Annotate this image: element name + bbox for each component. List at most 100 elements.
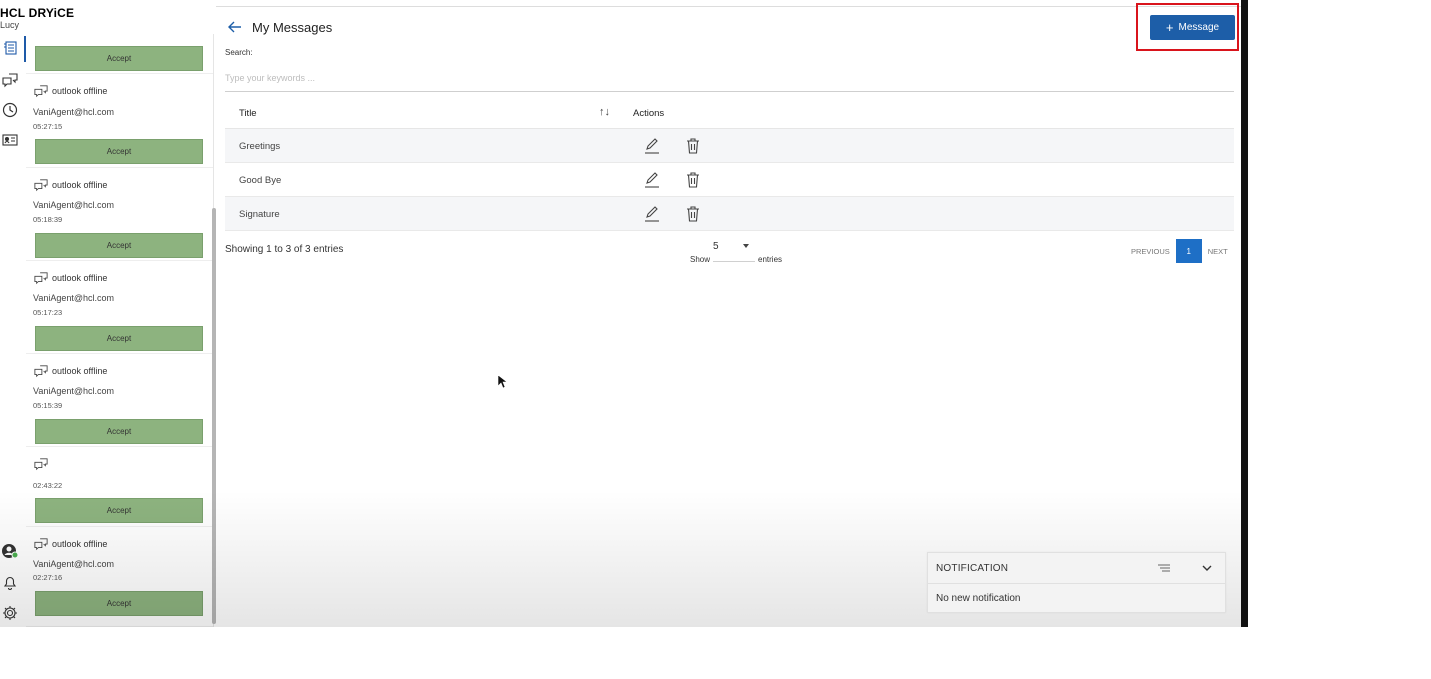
chevron-down-icon[interactable] (1200, 561, 1214, 575)
transcript-icon[interactable] (1, 39, 19, 57)
channel-label: outlook offline (52, 86, 108, 96)
list-item: Accept (26, 34, 213, 74)
trash-icon[interactable] (685, 138, 701, 154)
user-name: Lucy (0, 20, 20, 30)
page-title: My Messages (252, 20, 333, 35)
show-label: Show (690, 255, 711, 264)
page-size-control: Show 5 entries (690, 240, 782, 264)
previous-page-button[interactable]: PREVIOUS (1131, 247, 1170, 256)
window-edge (1241, 0, 1248, 627)
notification-body: No new notification (936, 593, 1021, 604)
column-title: Title (239, 108, 257, 119)
chat-icon (34, 458, 48, 471)
chat-time: 05:18:39 (33, 215, 63, 224)
notification-title: NOTIFICATION (936, 563, 1009, 574)
chat-time: 05:17:23 (33, 308, 63, 317)
agent-email: VaniAgent@hcl.com (33, 107, 115, 117)
chat-time: 05:15:39 (33, 401, 63, 410)
history-icon[interactable] (1, 101, 19, 119)
agent-email: VaniAgent@hcl.com (33, 200, 115, 210)
channel-label: outlook offline (52, 539, 108, 549)
chat-icon (34, 365, 48, 378)
chat-icon (34, 85, 48, 98)
table-header: Title ↑↓ Actions (225, 97, 1234, 129)
add-message-button[interactable]: + Message (1150, 15, 1235, 40)
contact-card-icon[interactable] (1, 131, 19, 149)
brand: HCL DRYiCE Lucy (0, 7, 120, 31)
chat-icon (34, 538, 48, 551)
edit-icon[interactable] (643, 206, 661, 222)
chat-icon[interactable] (1, 71, 19, 89)
chat-header: outlook offline (34, 178, 107, 192)
settings-icon[interactable] (1, 604, 19, 622)
chat-time: 02:27:16 (33, 573, 63, 582)
channel-label: outlook offline (52, 366, 108, 376)
trash-icon[interactable] (685, 206, 701, 222)
accept-button[interactable]: Accept (35, 419, 203, 444)
list-item[interactable]: outlook offline VaniAgent@hcl.com 05:18:… (26, 168, 213, 261)
chat-time: 02:43:22 (33, 481, 63, 490)
channel-label: outlook offline (52, 180, 108, 190)
logo-prefix: HCL (0, 6, 26, 20)
list-item[interactable]: outlook offline VaniAgent@hcl.com 05:15:… (26, 354, 213, 447)
chat-header: outlook offline (34, 537, 107, 551)
edit-icon[interactable] (643, 138, 661, 154)
clear-all-icon[interactable] (1157, 562, 1171, 574)
agent-email: VaniAgent@hcl.com (33, 293, 115, 303)
plus-icon: + (1165, 20, 1174, 35)
page-1-button[interactable]: 1 (1175, 239, 1202, 263)
accept-button[interactable]: Accept (35, 233, 203, 258)
page-size-select[interactable]: 5 (713, 240, 756, 262)
edit-icon[interactable] (643, 172, 661, 188)
chat-header: outlook offline (34, 271, 107, 285)
list-item[interactable]: outlook offline VaniAgent@hcl.com 05:27:… (26, 74, 213, 168)
table-row: Greetings (225, 129, 1234, 163)
next-page-button[interactable]: NEXT (1208, 247, 1228, 256)
logo-name: DRYiCE (28, 6, 75, 20)
accept-button[interactable]: Accept (35, 46, 203, 71)
row-title: Greetings (239, 141, 281, 152)
list-item[interactable]: outlook offline VaniAgent@hcl.com 02:27:… (26, 527, 213, 627)
agent-email: VaniAgent@hcl.com (33, 386, 115, 396)
accept-button[interactable]: Accept (35, 139, 203, 164)
table-row: Signature (225, 197, 1234, 231)
agent-email: VaniAgent@hcl.com (33, 559, 115, 569)
accept-button[interactable]: Accept (35, 591, 203, 616)
pagination: PREVIOUS 1 NEXT (1131, 239, 1228, 263)
chat-queue-list: Accept outlook offline VaniAgent@hcl.com… (26, 34, 214, 627)
search-input[interactable] (225, 64, 1234, 92)
caret-down-icon (743, 244, 750, 248)
accept-button[interactable]: Accept (35, 326, 203, 351)
add-message-label: Message (1178, 22, 1220, 33)
page-size-value: 5 (713, 241, 719, 252)
row-title: Good Bye (239, 175, 282, 186)
accept-button[interactable]: Accept (35, 498, 203, 523)
entries-label: entries (758, 255, 783, 264)
app-logo: HCL DRYiCE (0, 7, 120, 20)
chat-header (34, 457, 52, 471)
sort-icon[interactable]: ↑↓ (599, 106, 610, 118)
chat-icon (34, 272, 48, 285)
messages-table: Title ↑↓ Actions Greetings Good Bye Sign… (225, 97, 1234, 231)
icon-rail (0, 34, 26, 627)
chat-header: outlook offline (34, 84, 107, 98)
highlight-box: + Message (1136, 3, 1239, 51)
mouse-cursor-icon (498, 375, 508, 389)
main-panel: My Messages + Message Search: Title ↑↓ A… (216, 0, 1241, 627)
chat-header: outlook offline (34, 364, 107, 378)
chat-icon (34, 179, 48, 192)
list-item[interactable]: outlook offline VaniAgent@hcl.com 05:17:… (26, 261, 213, 354)
app-window: HCL DRYiCE Lucy Accept outlook offline V… (0, 0, 1248, 627)
bell-icon[interactable] (1, 573, 19, 591)
list-item[interactable]: 02:43:22 Accept (26, 447, 213, 527)
trash-icon[interactable] (685, 172, 701, 188)
channel-label: outlook offline (52, 273, 108, 283)
back-arrow-icon[interactable] (226, 18, 244, 36)
column-actions: Actions (633, 108, 665, 119)
notification-panel: NOTIFICATION No new notification (927, 552, 1226, 613)
user-status-icon[interactable] (1, 542, 19, 560)
row-title: Signature (239, 209, 280, 220)
table-row: Good Bye (225, 163, 1234, 197)
chat-time: 05:27:15 (33, 122, 63, 131)
search-label: Search: (225, 48, 253, 57)
